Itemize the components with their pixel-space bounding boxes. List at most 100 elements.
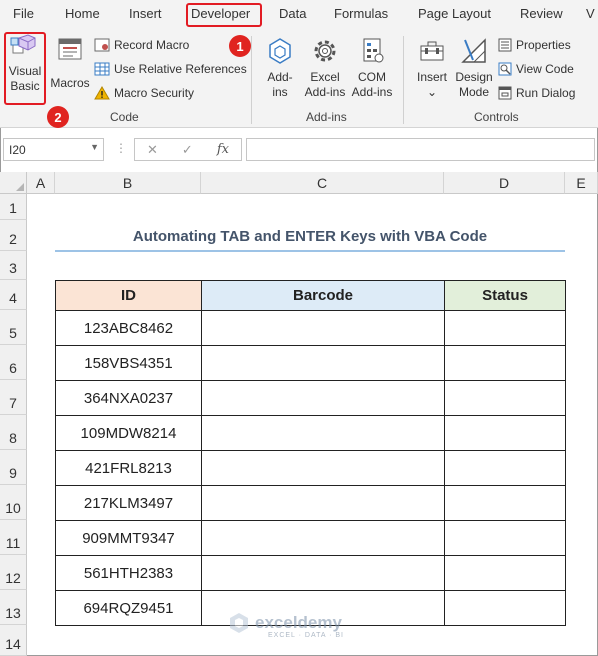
barcode-cell[interactable]: [201, 345, 445, 381]
id-cell[interactable]: 561HTH2383: [55, 555, 202, 591]
insert-control-button[interactable]: Insert ⌄: [412, 36, 452, 100]
status-cell[interactable]: [444, 415, 566, 451]
tab-file[interactable]: File: [13, 6, 34, 21]
row-header[interactable]: 10: [0, 485, 27, 520]
tab-formulas[interactable]: Formulas: [334, 6, 388, 21]
row-header[interactable]: 1: [0, 194, 27, 220]
tab-home[interactable]: Home: [65, 6, 100, 21]
table-row: 421FRL8213: [55, 450, 566, 486]
record-macro-icon: [94, 38, 110, 52]
chevron-down-icon[interactable]: ▼: [90, 142, 99, 152]
add-ins-button[interactable]: Add- ins: [260, 36, 300, 100]
column-header-a[interactable]: A: [27, 172, 55, 194]
row-header[interactable]: 14: [0, 625, 27, 656]
header-status[interactable]: Status: [444, 280, 566, 311]
column-header-b[interactable]: B: [55, 172, 201, 194]
header-id[interactable]: ID: [55, 280, 202, 311]
formula-input[interactable]: [246, 138, 595, 161]
macro-security-button[interactable]: Macro Security: [94, 86, 194, 100]
status-cell[interactable]: [444, 555, 566, 591]
status-cell[interactable]: [444, 485, 566, 521]
row-header[interactable]: 8: [0, 415, 27, 450]
properties-icon: [498, 38, 512, 52]
ribbon-body: Visual Basic Macros Record Macro Use Rel…: [0, 30, 598, 128]
design-mode-icon: [461, 38, 486, 63]
id-cell[interactable]: 217KLM3497: [55, 485, 202, 521]
warning-icon: [94, 86, 110, 100]
id-cell[interactable]: 123ABC8462: [55, 310, 202, 346]
name-box[interactable]: I20 ▼: [3, 138, 104, 161]
status-cell[interactable]: [444, 380, 566, 416]
record-macro-button[interactable]: Record Macro: [94, 38, 189, 52]
id-cell[interactable]: 694RQZ9451: [55, 590, 202, 626]
id-cell[interactable]: 909MMT9347: [55, 520, 202, 556]
step-badge-2: 2: [47, 106, 69, 128]
excel-add-ins-button[interactable]: Excel Add-ins: [300, 36, 350, 100]
barcode-cell[interactable]: [201, 485, 445, 521]
barcode-cell[interactable]: [201, 310, 445, 346]
record-macro-label: Record Macro: [114, 38, 190, 52]
column-header-d[interactable]: D: [444, 172, 565, 194]
sheet-title: Automating TAB and ENTER Keys with VBA C…: [132, 228, 488, 245]
row-header[interactable]: 9: [0, 450, 27, 485]
ribbon-separator: [251, 36, 252, 124]
id-cell[interactable]: 109MDW8214: [55, 415, 202, 451]
excel-add-ins-label-1: Excel: [310, 70, 340, 84]
gear-icon: [314, 40, 336, 62]
row-header[interactable]: 13: [0, 590, 27, 625]
barcode-cell[interactable]: [201, 520, 445, 556]
id-cell[interactable]: 421FRL8213: [55, 450, 202, 486]
macros-button[interactable]: Macros: [48, 36, 92, 91]
tab-data[interactable]: Data: [279, 6, 306, 21]
select-all-corner[interactable]: [0, 172, 27, 194]
barcode-cell[interactable]: [201, 415, 445, 451]
relative-references-icon: [94, 62, 110, 76]
status-cell[interactable]: [444, 345, 566, 381]
id-cell[interactable]: 158VBS4351: [55, 345, 202, 381]
formula-bar: I20 ▼ ⋮ ✕ ✓ fx: [0, 136, 598, 164]
row-header[interactable]: 6: [0, 345, 27, 380]
use-relative-references-label: Use Relative References: [114, 62, 247, 76]
insert-function-icon[interactable]: fx: [217, 142, 229, 157]
watermark-tagline: EXCEL · DATA · BI: [268, 632, 344, 639]
com-add-ins-button[interactable]: COM Add-ins: [348, 36, 396, 100]
status-cell[interactable]: [444, 520, 566, 556]
cancel-icon[interactable]: ✕: [147, 142, 158, 158]
row-header[interactable]: 12: [0, 555, 27, 590]
column-header-c[interactable]: C: [201, 172, 444, 194]
id-cell[interactable]: 364NXA0237: [55, 380, 202, 416]
barcode-cell[interactable]: [201, 450, 445, 486]
enter-icon[interactable]: ✓: [182, 142, 193, 158]
status-cell[interactable]: [444, 450, 566, 486]
tab-review[interactable]: Review: [520, 6, 563, 21]
table-row: 158VBS4351: [55, 345, 566, 381]
tab-page-layout[interactable]: Page Layout: [418, 6, 491, 21]
status-cell[interactable]: [444, 310, 566, 346]
macro-security-label: Macro Security: [114, 86, 195, 100]
row-header[interactable]: 3: [0, 251, 27, 280]
row-header[interactable]: 5: [0, 310, 27, 345]
macros-label: Macros: [50, 76, 90, 90]
add-ins-label-1: Add-: [267, 70, 293, 84]
row-header[interactable]: 2: [0, 220, 27, 251]
properties-button[interactable]: Properties: [498, 38, 571, 52]
row-header[interactable]: 4: [0, 280, 27, 310]
header-barcode[interactable]: Barcode: [201, 280, 445, 311]
controls-group-label: Controls: [474, 110, 519, 124]
toolbox-icon: [420, 41, 444, 61]
row-header[interactable]: 11: [0, 520, 27, 555]
view-code-button[interactable]: View Code: [498, 62, 574, 76]
column-header-e[interactable]: E: [565, 172, 598, 194]
barcode-cell[interactable]: [201, 380, 445, 416]
tab-insert[interactable]: Insert: [129, 6, 162, 21]
run-dialog-button[interactable]: Run Dialog: [498, 86, 575, 100]
barcode-cell[interactable]: [201, 555, 445, 591]
row-header[interactable]: 7: [0, 380, 27, 415]
step-badge-1: 1: [229, 35, 251, 57]
design-mode-button[interactable]: Design Mode: [452, 36, 496, 100]
tab-view-partial[interactable]: V: [586, 6, 595, 21]
use-relative-references-button[interactable]: Use Relative References: [94, 62, 247, 76]
status-cell[interactable]: [444, 590, 566, 626]
visual-basic-highlight: [4, 32, 46, 105]
title-underline: [55, 250, 565, 252]
